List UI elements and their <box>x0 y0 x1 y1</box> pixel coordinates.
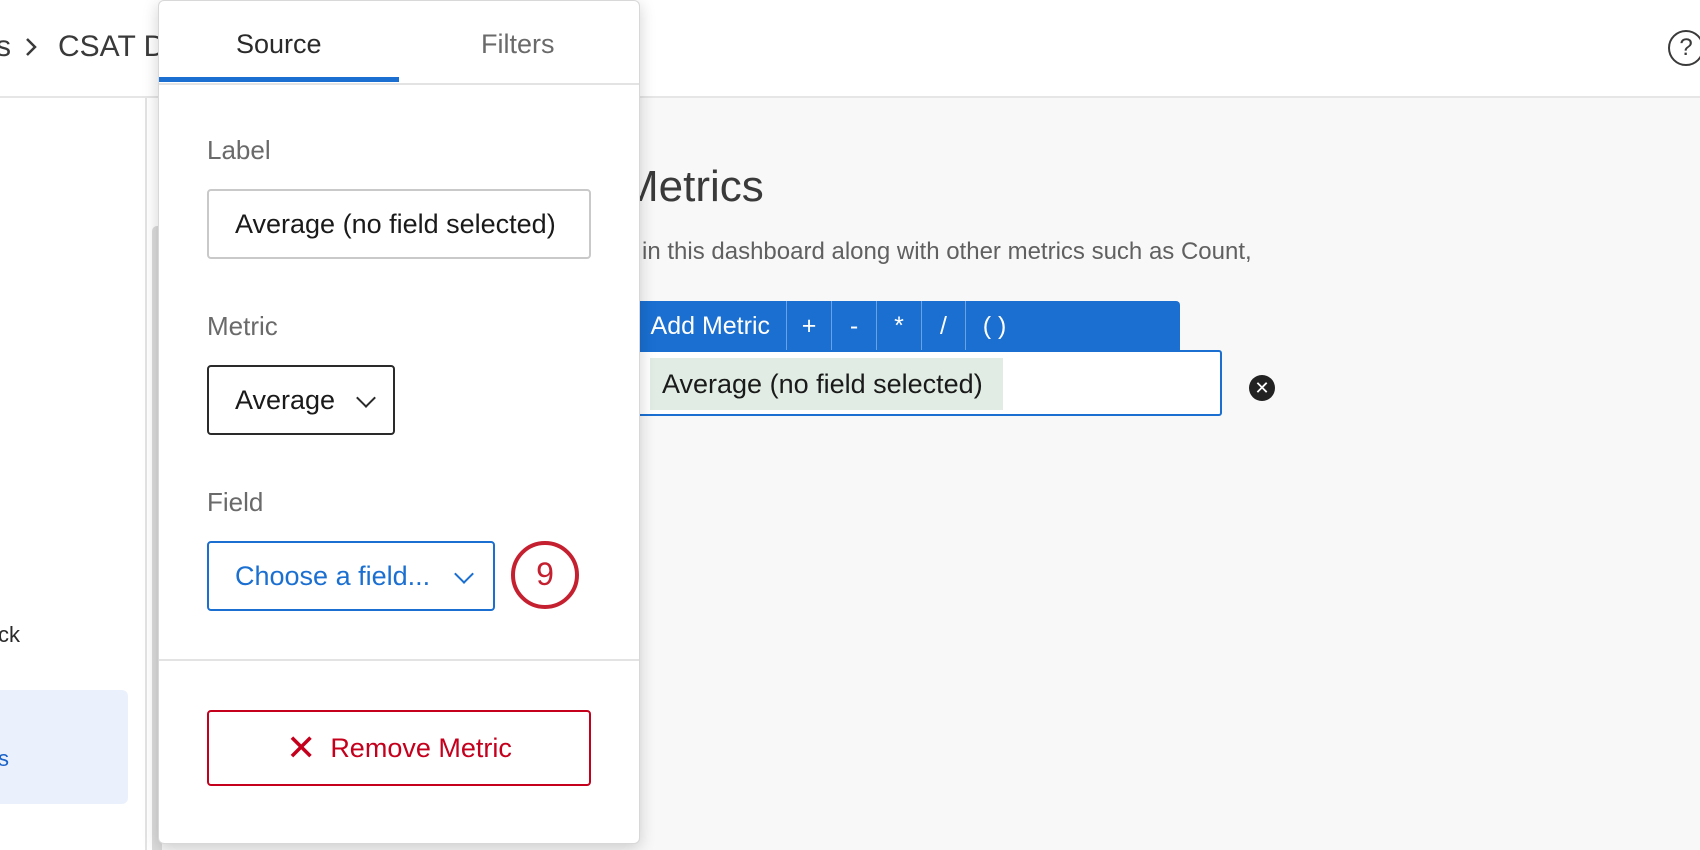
active-tab-indicator <box>159 77 399 82</box>
label-input[interactable]: Average (no field selected) <box>207 189 591 259</box>
nav-item[interactable]: ck <box>0 622 20 648</box>
nav-item-active-label: s <box>0 746 9 771</box>
divide-operator-button[interactable]: / <box>921 301 965 351</box>
metric-select-value: Average <box>235 385 336 415</box>
page-description: e in this dashboard along with other met… <box>622 238 1252 265</box>
breadcrumb-previous[interactable]: s <box>0 30 11 64</box>
chevron-down-icon <box>454 564 474 584</box>
help-icon[interactable]: ? <box>1668 30 1700 66</box>
breadcrumb-title: CSAT D <box>58 30 166 63</box>
minus-operator-button[interactable]: - <box>831 301 876 351</box>
chevron-right-icon <box>26 38 37 56</box>
metric-toolbar: Add Metric + - * / ( ) <box>622 301 1180 351</box>
remove-expression-icon[interactable]: ✕ <box>1249 375 1275 401</box>
remove-metric-button[interactable]: ✕ Remove Metric <box>207 710 591 786</box>
tab-source[interactable]: Source <box>236 29 322 60</box>
field-heading: Field <box>207 487 264 517</box>
metric-select[interactable]: Average <box>207 365 395 435</box>
nav-item-active[interactable]: s <box>0 690 128 804</box>
tab-filters[interactable]: Filters <box>481 29 555 60</box>
close-icon: ✕ <box>286 727 317 768</box>
field-select-placeholder: Choose a field... <box>235 561 431 591</box>
remove-metric-label: Remove Metric <box>330 733 512 763</box>
metric-heading: Metric <box>207 311 278 341</box>
left-nav: ck s <box>0 98 147 850</box>
label-heading: Label <box>207 135 271 165</box>
metric-settings-panel: Source Filters Label Average (no field s… <box>158 0 640 844</box>
chevron-down-icon <box>356 388 376 408</box>
page-title: Metrics <box>622 162 764 211</box>
panel-divider <box>159 659 639 661</box>
multiply-operator-button[interactable]: * <box>876 301 921 351</box>
add-metric-button[interactable]: Add Metric <box>622 301 786 351</box>
plus-operator-button[interactable]: + <box>786 301 831 351</box>
panel-tabs: Source Filters <box>159 1 639 85</box>
step-number-badge: 9 <box>511 541 579 609</box>
parentheses-button[interactable]: ( ) <box>965 301 1023 351</box>
metric-chip[interactable]: Average (no field selected) <box>650 358 1003 410</box>
field-select[interactable]: Choose a field... <box>207 541 495 611</box>
